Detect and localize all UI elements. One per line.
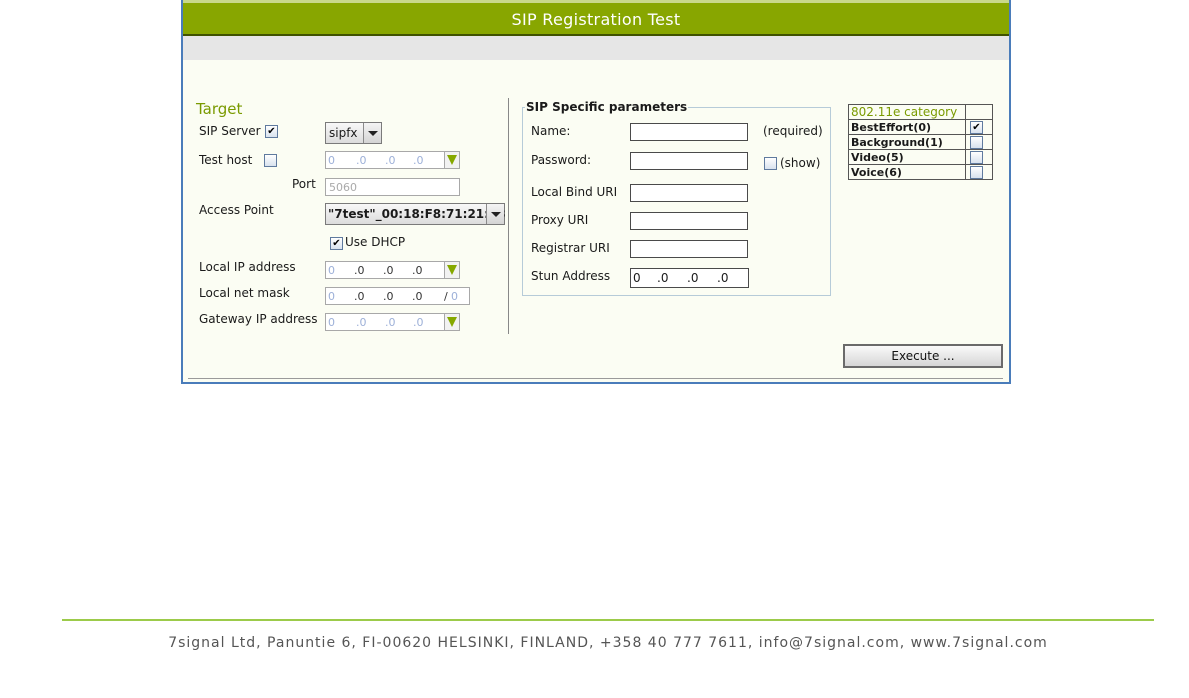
- category-label: Video(5): [848, 149, 966, 165]
- gateway-label: Gateway IP address: [199, 312, 318, 326]
- proxy-input[interactable]: [630, 212, 748, 230]
- mask-bits: 0: [451, 290, 458, 303]
- ip-octet: 0: [633, 271, 641, 285]
- ip-octet: .0: [354, 290, 365, 303]
- ip-octet: .0: [383, 290, 394, 303]
- test-host-dropdown-icon[interactable]: [444, 151, 460, 169]
- show-password-label: (show): [780, 156, 821, 170]
- ip-octet: .0: [354, 264, 365, 277]
- local-bind-input[interactable]: [630, 184, 748, 202]
- ip-octet: 0: [328, 290, 335, 303]
- table-row: Voice(6): [848, 164, 993, 180]
- test-host-ip-input[interactable]: 0 .0 .0 .0: [325, 151, 445, 169]
- local-ip-input[interactable]: 0 .0 .0 .0: [325, 261, 445, 279]
- local-ip-label: Local IP address: [199, 260, 296, 274]
- table-cell: [965, 149, 993, 165]
- chevron-down-icon[interactable]: [486, 204, 504, 224]
- port-placeholder: 5060: [329, 181, 357, 194]
- bottom-divider: [188, 378, 1003, 379]
- qos-category-table: 802.11e category BestEffort(0) ✔ Backgro…: [848, 104, 993, 180]
- ip-octet: .0: [413, 316, 424, 329]
- ip-octet: .0: [412, 264, 423, 277]
- port-input[interactable]: 5060: [325, 178, 460, 196]
- sip-server-value: sipfx: [329, 126, 358, 140]
- show-password-checkbox[interactable]: [764, 157, 777, 170]
- sip-server-select[interactable]: sipfx: [325, 122, 382, 144]
- ip-octet: 0: [328, 264, 335, 277]
- proxy-label: Proxy URI: [531, 213, 589, 227]
- sip-params-heading: SIP Specific parameters: [525, 100, 689, 114]
- name-input[interactable]: [630, 123, 748, 141]
- test-host-checkbox[interactable]: [264, 154, 277, 167]
- required-note: (required): [763, 124, 823, 138]
- ip-octet: .0: [412, 290, 423, 303]
- target-heading: Target: [196, 100, 243, 118]
- table-row: 802.11e category: [848, 104, 993, 120]
- table-row: Video(5): [848, 149, 993, 165]
- voice-checkbox[interactable]: [970, 165, 983, 179]
- password-label: Password:: [531, 153, 592, 167]
- chevron-down-icon[interactable]: [363, 123, 381, 143]
- ip-octet: .0: [717, 271, 729, 285]
- footer-divider: [62, 619, 1154, 621]
- name-label: Name:: [531, 124, 571, 138]
- category-heading: 802.11e category: [848, 104, 966, 120]
- use-dhcp-label: Use DHCP: [345, 235, 406, 249]
- sip-server-checkbox[interactable]: ✔: [265, 125, 278, 138]
- gateway-ip-input[interactable]: 0 .0 .0 .0: [325, 313, 445, 331]
- table-cell: [965, 134, 993, 150]
- ip-octet: 0: [328, 316, 335, 329]
- mask-slash: /: [444, 290, 448, 303]
- ip-octet: .0: [687, 271, 699, 285]
- local-ip-dropdown-icon[interactable]: [444, 261, 460, 279]
- best-effort-checkbox[interactable]: ✔: [970, 120, 983, 134]
- use-dhcp-checkbox[interactable]: ✔: [330, 237, 343, 250]
- ip-octet: .0: [356, 154, 367, 167]
- ip-octet: .0: [385, 316, 396, 329]
- table-row: Background(1): [848, 134, 993, 150]
- toolbar-strip: [183, 36, 1009, 60]
- registrar-input[interactable]: [630, 240, 748, 258]
- execute-button[interactable]: Execute ...: [843, 344, 1003, 368]
- net-mask-input[interactable]: 0 .0 .0 .0 / 0: [325, 287, 470, 305]
- section-divider: [508, 98, 509, 334]
- window-title: SIP Registration Test: [183, 0, 1009, 36]
- test-host-label: Test host: [199, 153, 253, 167]
- password-input[interactable]: [630, 152, 748, 170]
- stun-label: Stun Address: [531, 269, 611, 283]
- port-label: Port: [292, 177, 316, 191]
- background-checkbox[interactable]: [970, 135, 983, 149]
- sip-registration-window: SIP Registration Test Target SIP Server …: [181, 0, 1011, 384]
- local-bind-label: Local Bind URI: [531, 185, 618, 199]
- table-row: BestEffort(0) ✔: [848, 119, 993, 135]
- ip-octet: 0: [328, 154, 335, 167]
- access-point-select[interactable]: "7test"_00:18:F8:71:21:23: [325, 203, 506, 225]
- stun-address-input[interactable]: 0 .0 .0 .0: [630, 268, 749, 288]
- ip-octet: .0: [383, 264, 394, 277]
- registrar-label: Registrar URI: [531, 241, 610, 255]
- gateway-dropdown-icon[interactable]: [444, 313, 460, 331]
- video-checkbox[interactable]: [970, 150, 983, 164]
- footer-contact-text: 7signal Ltd, Panuntie 6, FI-00620 HELSIN…: [168, 635, 1048, 651]
- table-cell: [965, 164, 993, 180]
- ip-octet: .0: [413, 154, 424, 167]
- ip-octet: .0: [356, 316, 367, 329]
- table-cell: ✔: [965, 119, 993, 135]
- category-label: BestEffort(0): [848, 119, 966, 135]
- net-mask-label: Local net mask: [199, 286, 290, 300]
- category-label: Background(1): [848, 134, 966, 150]
- table-cell: [965, 104, 993, 120]
- access-point-label: Access Point: [199, 203, 274, 217]
- category-label: Voice(6): [848, 164, 966, 180]
- ip-octet: .0: [657, 271, 669, 285]
- access-point-value: "7test"_00:18:F8:71:21:23: [328, 207, 506, 221]
- ip-octet: .0: [385, 154, 396, 167]
- sip-server-label: SIP Server: [199, 124, 261, 138]
